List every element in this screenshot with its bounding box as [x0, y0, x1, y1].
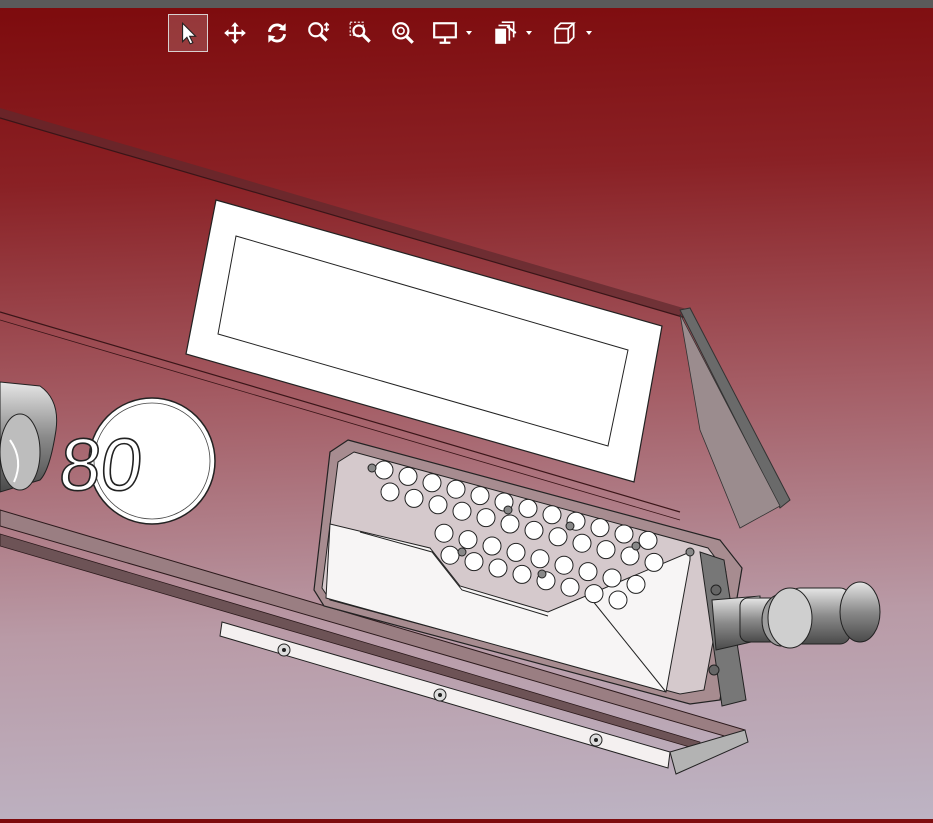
lens-cell [554, 555, 574, 575]
lens-cell [506, 542, 526, 562]
speed-limit-text: 80 [56, 423, 147, 506]
lens-cell [602, 568, 622, 588]
right-bracket [679, 307, 791, 529]
lens-cell [374, 460, 394, 480]
lens-cell [518, 498, 538, 518]
lens-cell [482, 536, 502, 556]
lens-cell [548, 527, 568, 547]
lens-cell [398, 466, 418, 486]
lens-cell [452, 501, 472, 521]
lens-cell [488, 558, 508, 578]
lens-cell [476, 508, 496, 528]
lens-cell [578, 562, 598, 582]
lens-cell [428, 495, 448, 515]
lens-cell [458, 530, 478, 550]
lens-cell [608, 590, 628, 610]
lens-cell [422, 473, 442, 493]
lens-cell [596, 540, 616, 560]
lens-cell [542, 505, 562, 525]
lens-cell [446, 479, 466, 499]
lens-cell [440, 545, 460, 565]
label-plate [185, 199, 663, 483]
lens-cell [626, 574, 646, 594]
lens-cell [584, 584, 604, 604]
left-connector [0, 381, 58, 493]
lens-cell [512, 564, 532, 584]
lens-cell [638, 530, 658, 550]
3d-viewport[interactable]: 80 [0, 8, 933, 819]
lens-cell [524, 520, 544, 540]
speed-badge: 80 [55, 397, 216, 525]
lens-cell [404, 488, 424, 508]
lens-cell [464, 552, 484, 572]
lens-cell [470, 486, 490, 506]
lens-cell [500, 514, 520, 534]
lens-cell [380, 482, 400, 502]
lens-cell [644, 552, 664, 572]
lens-cell [434, 523, 454, 543]
lens-cell [572, 533, 592, 553]
window-title-strip [0, 0, 933, 8]
lens-cell [530, 549, 550, 569]
lens-cell [560, 577, 580, 597]
lens-cell [614, 524, 634, 544]
lens-cell [590, 518, 610, 538]
